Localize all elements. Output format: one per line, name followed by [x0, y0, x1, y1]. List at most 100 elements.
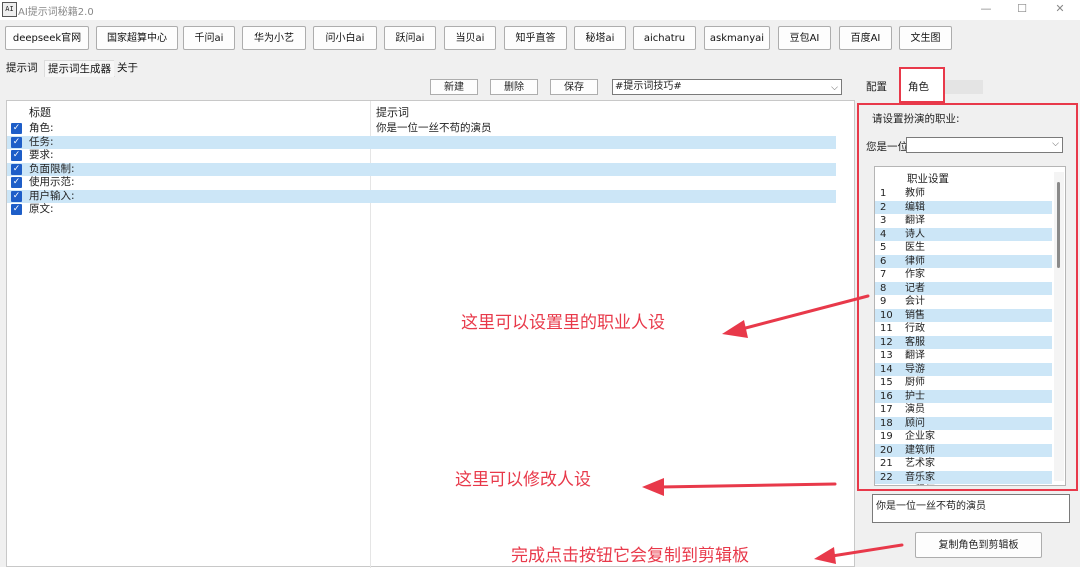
job-name: 教师	[905, 188, 925, 199]
job-list-item[interactable]: 13 翻译	[875, 349, 1052, 363]
toolbar-button-doubao[interactable]: 豆包AI	[778, 26, 831, 50]
tab-prompts[interactable]: 提示词	[6, 60, 38, 76]
job-list-item[interactable]: 18 顾问	[875, 416, 1052, 430]
toolbar-button-text-to-image[interactable]: 文生图	[899, 26, 952, 50]
toolbar-button-qianwen[interactable]: 千问ai	[183, 26, 235, 50]
job-index: 5	[880, 242, 887, 253]
scrollbar-thumb[interactable]	[1057, 182, 1060, 268]
table-row[interactable]: ✓ 负面限制:	[7, 162, 836, 176]
close-button[interactable]: ✕	[1042, 0, 1078, 20]
row-title: 负面限制:	[29, 162, 75, 175]
job-list-item[interactable]: 17 演员	[875, 403, 1052, 417]
copy-role-button[interactable]: 复制角色到剪辑板	[915, 532, 1042, 558]
job-list-item[interactable]: 8 记者	[875, 281, 1052, 295]
job-name: 厨师	[905, 377, 925, 388]
job-list-item[interactable]: 21 艺术家	[875, 457, 1052, 471]
job-list-item[interactable]: 12 客服	[875, 335, 1052, 349]
role-description-input[interactable]: 你是一位一丝不苟的演员	[872, 494, 1070, 523]
tab-role-label: 角色	[908, 81, 929, 93]
toolbar-button-mita[interactable]: 秘塔ai	[574, 26, 626, 50]
row-title: 角色:	[29, 122, 54, 134]
tab-about[interactable]: 关于	[114, 60, 141, 76]
job-name: 编辑	[905, 201, 925, 213]
toolbar-button-aichatru[interactable]: aichatru	[633, 26, 696, 50]
job-list-item[interactable]: 15 厨师	[875, 376, 1052, 390]
table-row[interactable]: ✓ 任务:	[7, 135, 836, 149]
job-list-item[interactable]: 1 教师	[875, 187, 1052, 201]
job-list-item[interactable]: 11 行政	[875, 322, 1052, 336]
save-button[interactable]: 保存	[550, 79, 598, 95]
tab-role[interactable]: 角色	[899, 67, 945, 103]
job-list-item[interactable]: 6 律师	[875, 254, 1052, 268]
tab-config[interactable]: 配置	[866, 80, 887, 94]
tab-strip-filler	[945, 80, 983, 94]
job-list-scrollbar[interactable]	[1054, 172, 1064, 481]
job-index: 22	[880, 471, 893, 483]
table-row[interactable]: ✓ 用户输入:	[7, 189, 836, 203]
job-name: 音乐家	[905, 471, 935, 483]
job-name: 导游	[905, 363, 925, 375]
toolbar-button-yuewen[interactable]: 跃问ai	[384, 26, 436, 50]
table-row[interactable]: ✓ 角色: 你是一位一丝不苟的演员	[7, 122, 836, 136]
toolbar-button-baidu[interactable]: 百度AI	[839, 26, 892, 50]
toolbar-button-zhihu[interactable]: 知乎直答	[504, 26, 567, 50]
job-index: 6	[880, 255, 887, 267]
job-name: 行政	[905, 323, 925, 334]
job-index: 11	[880, 323, 893, 334]
toolbar-button-supercomputing[interactable]: 国家超算中心	[96, 26, 178, 50]
row-checkbox[interactable]: ✓	[11, 150, 22, 161]
job-name: 艺术家	[905, 458, 935, 469]
job-list-item[interactable]: 4 诗人	[875, 227, 1052, 241]
tab-prompt-generator[interactable]: 提示词生成器	[44, 60, 115, 77]
toolbar-button-askmanyai[interactable]: askmanyai	[704, 26, 770, 50]
grid-header: 标题 提示词	[7, 101, 854, 568]
toolbar-button-dangbei[interactable]: 当贝ai	[444, 26, 496, 50]
row-checkbox[interactable]: ✓	[11, 190, 22, 202]
job-list-item[interactable]: 7 作家	[875, 268, 1052, 282]
row-prompt: 你是一位一丝不苟的演员	[376, 122, 492, 134]
toolbar-button-wenxiaobai[interactable]: 问小白ai	[313, 26, 377, 50]
job-name: 律师	[905, 255, 925, 267]
table-row[interactable]: ✓ 原文:	[7, 203, 836, 217]
job-list[interactable]: 职业设置 1 教师 2 编辑 3 翻译 4 诗人 5 医生 6 律师 7 作家 8 记者 9 会计 10 销售 11 行政…	[874, 166, 1066, 486]
job-list-item[interactable]: 10 销售	[875, 308, 1052, 322]
prompt-grid[interactable]: 标题 提示词 ✓ 角色: 你是一位一丝不苟的演员 ✓ 任务: ✓ 要求: ✓ 负…	[6, 100, 855, 568]
job-name: 护士	[905, 390, 925, 402]
job-list-item[interactable]: 14 导游	[875, 362, 1052, 376]
job-name: 销售	[905, 309, 925, 321]
job-name: 演员	[905, 404, 925, 415]
row-checkbox[interactable]: ✓	[11, 163, 22, 175]
job-index: 10	[880, 309, 893, 321]
job-list-item[interactable]: 3 翻译	[875, 214, 1052, 228]
job-list-item[interactable]: 19 企业家	[875, 430, 1052, 444]
table-row[interactable]: ✓ 要求:	[7, 149, 836, 163]
template-select[interactable]: #提示词技巧# ⌵	[612, 79, 842, 95]
annotation-edit-role: 这里可以修改人设	[455, 470, 591, 490]
row-checkbox[interactable]: ✓	[11, 177, 22, 188]
toolbar-button-deepseek[interactable]: deepseek官网	[5, 26, 89, 50]
job-list-item[interactable]: 5 医生	[875, 241, 1052, 255]
table-row[interactable]: ✓ 使用示范:	[7, 176, 836, 190]
delete-button[interactable]: 删除	[490, 79, 538, 95]
row-checkbox[interactable]: ✓	[11, 123, 22, 134]
maximize-button[interactable]: ☐	[1004, 0, 1040, 20]
job-name: 会计	[905, 296, 925, 307]
row-checkbox[interactable]: ✓	[11, 204, 22, 215]
job-index: 16	[880, 390, 893, 402]
row-checkbox[interactable]: ✓	[11, 136, 22, 148]
minimize-button[interactable]: —	[968, 0, 1004, 20]
job-list-item[interactable]: 9 会计	[875, 295, 1052, 309]
job-list-item[interactable]: 2 编辑	[875, 200, 1052, 214]
you-are-label: 您是一位:	[866, 141, 912, 153]
job-list-item[interactable]: 20 建筑师	[875, 443, 1052, 457]
job-name: 工程师	[905, 484, 935, 485]
job-list-item[interactable]: 22 音乐家	[875, 470, 1052, 484]
job-list-item[interactable]: 16 护士	[875, 389, 1052, 403]
job-list-item[interactable]: 23 工程师	[875, 484, 1052, 485]
job-name: 记者	[905, 282, 925, 294]
role-combo[interactable]: ⌵	[906, 137, 1063, 153]
new-button[interactable]: 新建	[430, 79, 478, 95]
job-name: 建筑师	[905, 444, 935, 456]
job-index: 12	[880, 336, 893, 348]
toolbar-button-xiaoyi[interactable]: 华为小艺	[242, 26, 306, 50]
